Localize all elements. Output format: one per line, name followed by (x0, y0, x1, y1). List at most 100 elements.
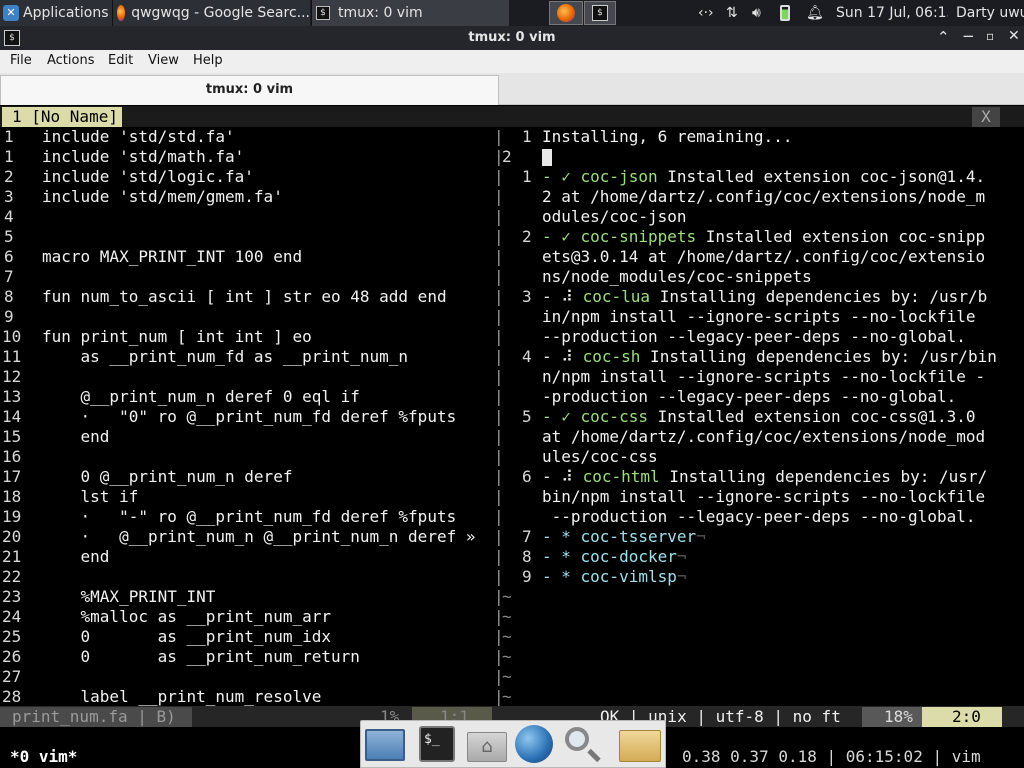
left-code-line[interactable] (42, 227, 494, 247)
clock[interactable]: Sun 17 Jul, 06:15 (836, 0, 948, 26)
left-code-line[interactable] (42, 367, 494, 387)
left-code-line[interactable]: include 'std/math.fa' (42, 147, 494, 167)
left-code-line[interactable] (42, 307, 494, 327)
left-code-line[interactable]: fun num_to_ascii [ int ] str eo 48 add e… (42, 287, 494, 307)
left-code-line[interactable] (42, 447, 494, 467)
status-marker: - ✓ (542, 167, 581, 186)
left-code-line[interactable]: lst if (42, 487, 494, 507)
extension-message: Installing dependencies by: /usr/bin (640, 347, 997, 366)
coc-install-header: Installing, 6 remaining... (542, 127, 793, 146)
coc-extension-line[interactable]: - * coc-docker¬ (542, 547, 1012, 567)
dock-show-desktop-icon[interactable] (365, 729, 405, 768)
dock-terminal-icon[interactable]: $_ (419, 726, 459, 766)
coc-extension-line[interactable]: n/npm install --ignore-scripts --no-lock… (542, 367, 1012, 387)
window-restore-icon[interactable]: ▫ (986, 29, 994, 43)
right-line-number: 3 (522, 287, 532, 306)
dock-folder-icon[interactable] (619, 728, 661, 768)
window-maximize-chevron-icon[interactable]: ⌃ (937, 28, 950, 46)
right-line-number: 1 (522, 127, 532, 146)
left-code-line[interactable]: fun print_num [ int int ] eo (42, 327, 494, 347)
volume-icon[interactable]: 🔊︎ (752, 0, 772, 26)
coc-extension-line[interactable]: - ✓ coc-snippets Installed extension coc… (542, 227, 1012, 247)
tab-tmux-vim[interactable]: tmux: 0 vim (0, 75, 499, 105)
left-code-line[interactable]: 0 as __print_num_idx (42, 627, 494, 647)
left-code-line[interactable]: 0 as __print_num_return (42, 647, 494, 667)
window-title-bar[interactable]: $ tmux: 0 vim ⌃ − ▫ ✕ (0, 26, 1024, 50)
coc-extension-line[interactable]: --production --legacy-peer-deps --no-glo… (542, 327, 1012, 347)
dock-web-browser-icon[interactable] (515, 725, 555, 765)
coc-extension-line[interactable]: 2 at /home/dartz/.config/coc/extensions/… (542, 187, 1012, 207)
extension-message: bin/npm install --ignore-scripts --no-lo… (542, 487, 986, 506)
left-code-line[interactable]: 0 @__print_num_n deref (42, 467, 494, 487)
window-minimize-icon[interactable]: − (962, 27, 975, 45)
window-close-icon[interactable]: ✕ (1008, 28, 1020, 44)
left-code-line[interactable] (42, 267, 494, 287)
split-separator: | (494, 407, 504, 426)
left-code-line[interactable]: end (42, 547, 494, 567)
split-separator: | (494, 367, 504, 386)
coc-extension-line[interactable]: - ⠼ coc-lua Installing dependencies by: … (542, 287, 1012, 307)
left-code-line[interactable]: · @__print_num_n @__print_num_n deref » (42, 527, 494, 547)
coc-extension-line[interactable]: odules/coc-json (542, 207, 1012, 227)
user-menu[interactable]: Darty uwu (956, 0, 1024, 26)
vim-tab-active[interactable]: 1 [No Name] (2, 107, 122, 127)
vim-tab-close[interactable]: X (972, 107, 1000, 127)
coc-extension-line[interactable]: at /home/dartz/.config/coc/extensions/no… (542, 427, 1012, 447)
coc-extension-line[interactable]: ets@3.0.14 at /home/dartz/.config/coc/ex… (542, 247, 1012, 267)
battery-icon[interactable] (780, 0, 796, 26)
left-code-line[interactable]: %MAX_PRINT_INT (42, 587, 494, 607)
notification-bell-icon[interactable]: 🔔︎ (806, 0, 824, 26)
coc-extension-line[interactable]: in/npm install --ignore-scripts --no-loc… (542, 307, 1012, 327)
taskbar-firefox-window[interactable]: qwgwqg - Google Searc... (112, 0, 310, 26)
right-line-number: 5 (522, 407, 532, 426)
split-separator: | (494, 187, 504, 206)
left-line-number: 17 (2, 467, 22, 486)
coc-extension-line[interactable]: - ⠼ coc-html Installing dependencies by:… (542, 467, 1012, 487)
left-code-line[interactable]: @__print_num_n deref 0 eql if (42, 387, 494, 407)
launcher-terminal[interactable]: $ (584, 1, 616, 25)
right-current-line-number: 2 (502, 147, 512, 166)
left-code-line[interactable]: include 'std/mem/gmem.fa' (42, 187, 494, 207)
menu-view[interactable]: View (148, 53, 179, 68)
dock-search-magnifier-icon[interactable] (565, 727, 605, 767)
left-code-line[interactable]: · "-" ro @__print_num_fd deref %fputs (42, 507, 494, 527)
coc-extension-line[interactable]: --production --legacy-peer-deps --no-glo… (542, 507, 1012, 527)
terminal-area[interactable]: 1 [No Name] X 1 include 'std/std.fa' 1 incl… (0, 106, 1024, 768)
left-line-number: 21 (2, 547, 22, 566)
coc-extension-line[interactable]: - * coc-vimlsp¬ (542, 567, 1012, 587)
applications-menu[interactable]: ✕ Applications (0, 0, 112, 26)
left-code-line[interactable]: include 'std/logic.fa' (42, 167, 494, 187)
coc-extension-line[interactable]: - ✓ coc-css Installed extension coc-css@… (542, 407, 1012, 427)
left-code-line[interactable]: label __print_num_resolve (42, 687, 494, 707)
left-code-line[interactable]: as __print_num_fd as __print_num_n (42, 347, 494, 367)
coc-extension-line[interactable]: bin/npm install --ignore-scripts --no-lo… (542, 487, 1012, 507)
menu-edit[interactable]: Edit (108, 53, 133, 68)
coc-extension-line[interactable]: - * coc-tsserver¬ (542, 527, 1012, 547)
left-line-number: 22 (2, 567, 22, 586)
left-code-line[interactable]: end (42, 427, 494, 447)
launcher-firefox[interactable] (549, 1, 583, 25)
left-code-line[interactable] (42, 207, 494, 227)
coc-extension-line[interactable]: - ⠼ coc-sh Installing dependencies by: /… (542, 347, 1012, 367)
left-line-number: 1 (4, 147, 14, 166)
menu-actions[interactable]: Actions (47, 53, 95, 68)
left-code-line[interactable]: macro MAX_PRINT_INT 100 end (42, 247, 494, 267)
coc-extension-line[interactable]: ules/coc-css (542, 447, 1012, 467)
network-arrows-icon[interactable]: ‹·› (698, 0, 720, 26)
taskbar-terminal-window[interactable]: $ tmux: 0 vim (311, 0, 509, 26)
left-line-number: 12 (2, 367, 22, 386)
coc-extension-line[interactable]: -production --legacy-peer-deps --no-glob… (542, 387, 1012, 407)
left-code-line[interactable] (42, 667, 494, 687)
right-line-number: 7 (522, 527, 532, 546)
network-updown-icon[interactable]: ⇅ (726, 0, 746, 26)
left-code-line[interactable]: %malloc as __print_num_arr (42, 607, 494, 627)
left-code-line[interactable]: include 'std/std.fa' (42, 127, 494, 147)
extension-message: --production --legacy-peer-deps --no-glo… (542, 507, 976, 526)
left-code-line[interactable] (42, 567, 494, 587)
menu-file[interactable]: File (10, 53, 32, 68)
left-code-line[interactable]: · "0" ro @__print_num_fd deref %fputs (42, 407, 494, 427)
menu-help[interactable]: Help (193, 53, 223, 68)
coc-extension-line[interactable]: - ✓ coc-json Installed extension coc-jso… (542, 167, 1012, 187)
coc-extension-line[interactable]: ns/node_modules/coc-snippets (542, 267, 1012, 287)
dock-home-folder-icon[interactable]: ⌂ (467, 727, 507, 767)
